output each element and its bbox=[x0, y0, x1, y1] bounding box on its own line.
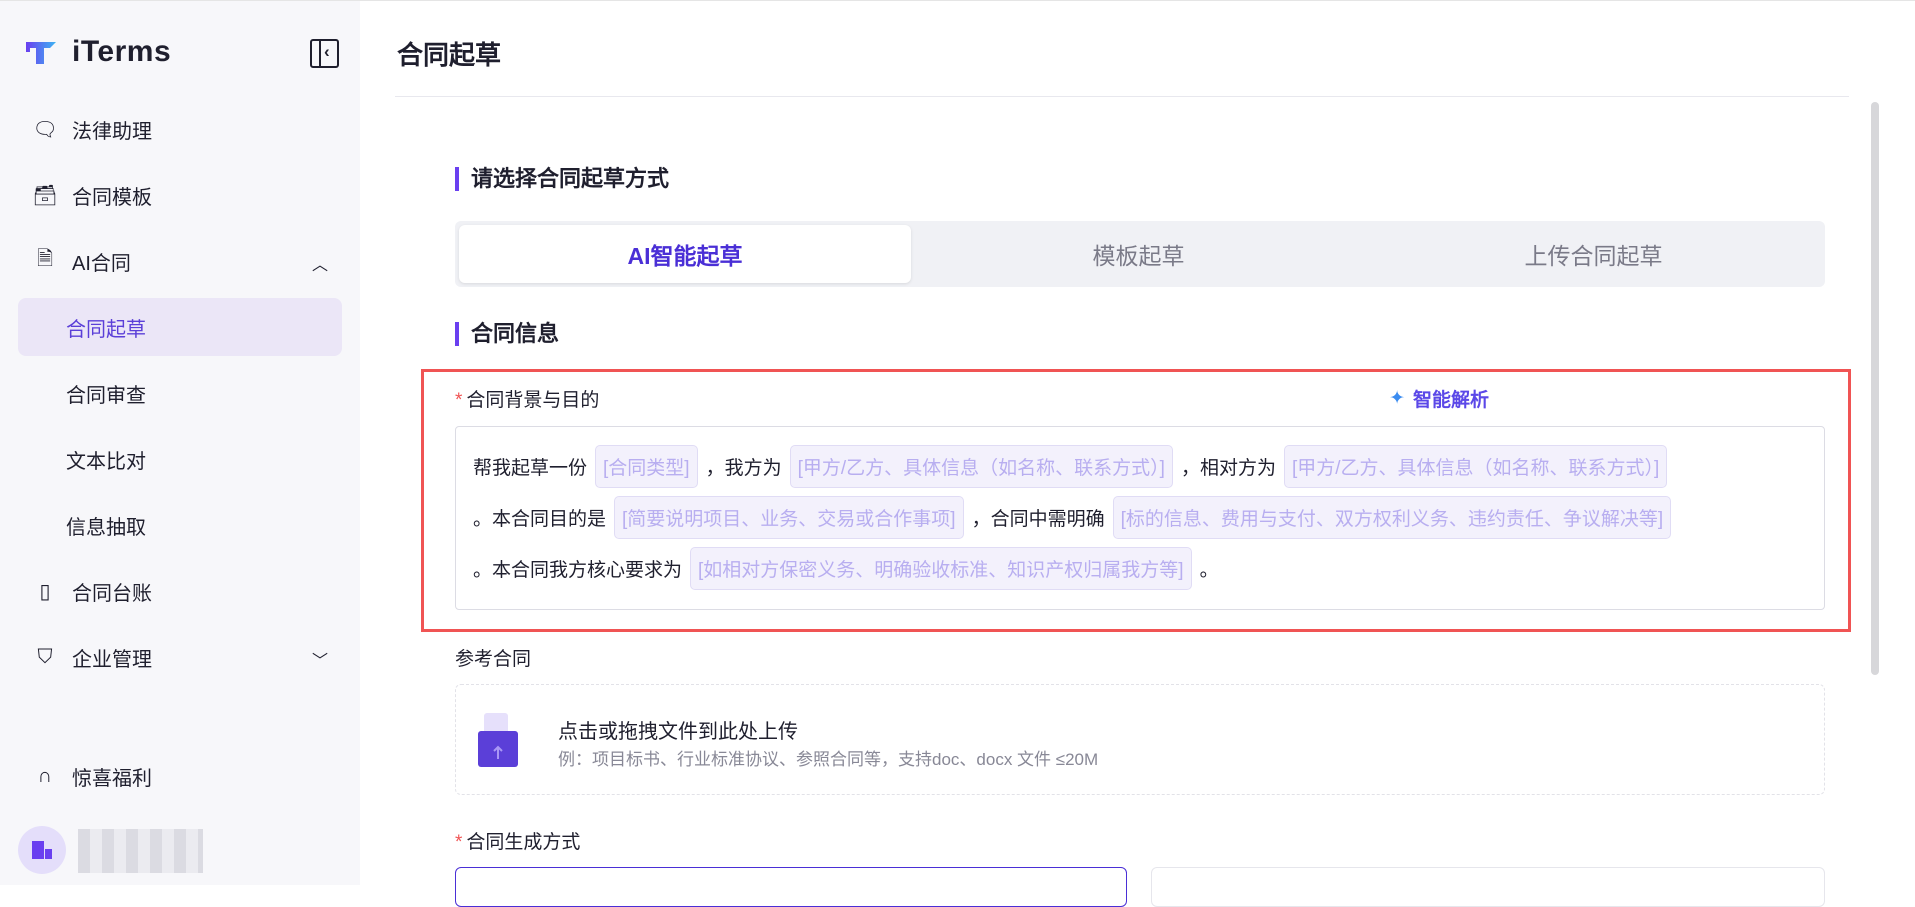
generation-option-1[interactable] bbox=[455, 867, 1127, 907]
placeholder-chip[interactable]: [如相对方保密义务、明确验收标准、知识产权归属我方等] bbox=[690, 547, 1192, 590]
shield-icon: ⛉ bbox=[37, 645, 53, 668]
sidebar-item-legal-assistant[interactable]: 🗨 法律助理 bbox=[18, 100, 342, 158]
sidebar-item-extract[interactable]: 信息抽取 bbox=[18, 496, 342, 554]
app-name: iTerms bbox=[72, 35, 172, 68]
label: 信息抽取 bbox=[66, 516, 146, 539]
upload-dropzone[interactable]: 点击或拖拽文件到此处上传 例：项目标书、行业标准协议、参照合同等，支持doc、d… bbox=[455, 684, 1825, 795]
document-icon: 🗎 bbox=[36, 248, 54, 270]
archive-icon: 🗃 bbox=[32, 184, 58, 207]
label-text: 合同背景与目的 bbox=[466, 390, 600, 411]
placeholder-chip[interactable]: [标的信息、费用与支付、双方权利义务、违约责任、争议解决等] bbox=[1112, 496, 1672, 539]
main-content: 合同起草 请选择合同起草方式 AI智能起草 模板起草 上传合同起草 合同信息 *… bbox=[360, 1, 1915, 907]
prompt-text: 。本合同目的是 bbox=[473, 509, 607, 530]
generation-option-2[interactable] bbox=[1151, 867, 1825, 907]
label-text: 合同生成方式 bbox=[466, 832, 581, 853]
folder-upload-icon bbox=[478, 713, 518, 767]
background-label: * 合同背景与目的 bbox=[455, 385, 599, 412]
draft-method-tabs: AI智能起草 模板起草 上传合同起草 bbox=[455, 221, 1825, 287]
logo[interactable]: iTerms bbox=[24, 35, 171, 69]
sidebar-item-templates[interactable]: 🗃 合同模板 bbox=[18, 166, 342, 224]
section-title-info: 合同信息 bbox=[455, 322, 559, 346]
chevron-down-icon: ﹀ bbox=[311, 653, 328, 670]
placeholder-chip[interactable]: [甲方/乙方、具体信息（如名称、联系方式）] bbox=[789, 445, 1173, 488]
prompt-text: ，合同中需明确 bbox=[971, 509, 1105, 530]
prompt-text: ，相对方为 bbox=[1180, 458, 1276, 479]
sidebar-item-ai-contract[interactable]: 🗎 AI合同 ︿ bbox=[18, 232, 342, 290]
sidebar: iTerms 🗨 法律助理 🗃 合同模板 🗎 AI合同 ︿ 合同起草 合同审查 文本比对… bbox=[0, 1, 360, 885]
book-icon: ▯ bbox=[39, 580, 51, 603]
chat-icon: 🗨 bbox=[32, 118, 58, 141]
placeholder-chip[interactable]: [合同类型] bbox=[595, 445, 698, 488]
prompt-text: 。本合同我方核心要求为 bbox=[473, 560, 683, 581]
label: AI合同 bbox=[72, 252, 131, 275]
smart-parse-button[interactable]: ✦ 智能解析 bbox=[1389, 385, 1489, 412]
placeholder-chip[interactable]: [甲方/乙方、具体信息（如名称、联系方式）] bbox=[1283, 445, 1668, 488]
sidebar-item-compare[interactable]: 文本比对 bbox=[18, 430, 342, 488]
placeholder-chip[interactable]: [简要说明项目、业务、交易或合作事项] bbox=[614, 496, 964, 539]
required-mark: * bbox=[455, 832, 463, 853]
sidebar-item-ledger[interactable]: ▯ 合同台账 bbox=[18, 562, 342, 620]
required-mark: * bbox=[455, 390, 463, 411]
tab-ai-draft[interactable]: AI智能起草 bbox=[459, 225, 911, 283]
label: 法律助理 bbox=[72, 120, 152, 143]
label: 合同审查 bbox=[66, 384, 146, 407]
prompt-text: 。 bbox=[1199, 560, 1219, 581]
label: 合同起草 bbox=[66, 318, 146, 341]
divider bbox=[395, 96, 1849, 97]
label: 智能解析 bbox=[1412, 390, 1489, 411]
upload-hint: 例：项目标书、行业标准协议、参照合同等，支持doc、docx 文件 ≤20M bbox=[558, 750, 1099, 769]
label: 文本比对 bbox=[66, 450, 146, 473]
tab-upload-draft[interactable]: 上传合同起草 bbox=[1366, 225, 1821, 283]
tab-template-draft[interactable]: 模板起草 bbox=[911, 225, 1366, 283]
label: 合同台账 bbox=[72, 582, 152, 605]
generation-label: * 合同生成方式 bbox=[455, 827, 580, 854]
reference-label: 参考合同 bbox=[455, 649, 532, 670]
sidebar-item-review[interactable]: 合同审查 bbox=[18, 364, 342, 422]
prompt-text: ，我方为 bbox=[705, 458, 782, 479]
label: 企业管理 bbox=[72, 648, 152, 671]
sparkle-icon: ✦ bbox=[1389, 388, 1405, 409]
upload-title: 点击或拖拽文件到此处上传 bbox=[558, 721, 798, 743]
avatar[interactable] bbox=[18, 826, 66, 874]
scrollbar[interactable] bbox=[1871, 102, 1879, 675]
building-icon bbox=[32, 841, 52, 859]
headset-icon: ∩ bbox=[37, 764, 53, 787]
label: 合同模板 bbox=[72, 186, 152, 209]
section-title-method: 请选择合同起草方式 bbox=[455, 167, 669, 191]
sidebar-item-enterprise[interactable]: ⛉ 企业管理 ﹀ bbox=[18, 628, 342, 686]
label: 惊喜福利 bbox=[72, 767, 152, 790]
sidebar-item-drafting[interactable]: 合同起草 bbox=[18, 298, 342, 356]
iterms-logo-icon bbox=[26, 42, 56, 64]
chevron-up-icon: ︿ bbox=[311, 257, 328, 274]
bonus-link[interactable]: ∩ 惊喜福利 bbox=[18, 747, 342, 805]
prompt-text: 帮我起草一份 bbox=[473, 458, 588, 479]
background-textarea[interactable]: 帮我起草一份 [合同类型] ，我方为 [甲方/乙方、具体信息（如名称、联系方式）] ，相… bbox=[455, 426, 1825, 610]
user-name-redacted bbox=[78, 829, 203, 873]
page-title: 合同起草 bbox=[397, 40, 502, 70]
collapse-sidebar-button[interactable] bbox=[310, 39, 339, 68]
